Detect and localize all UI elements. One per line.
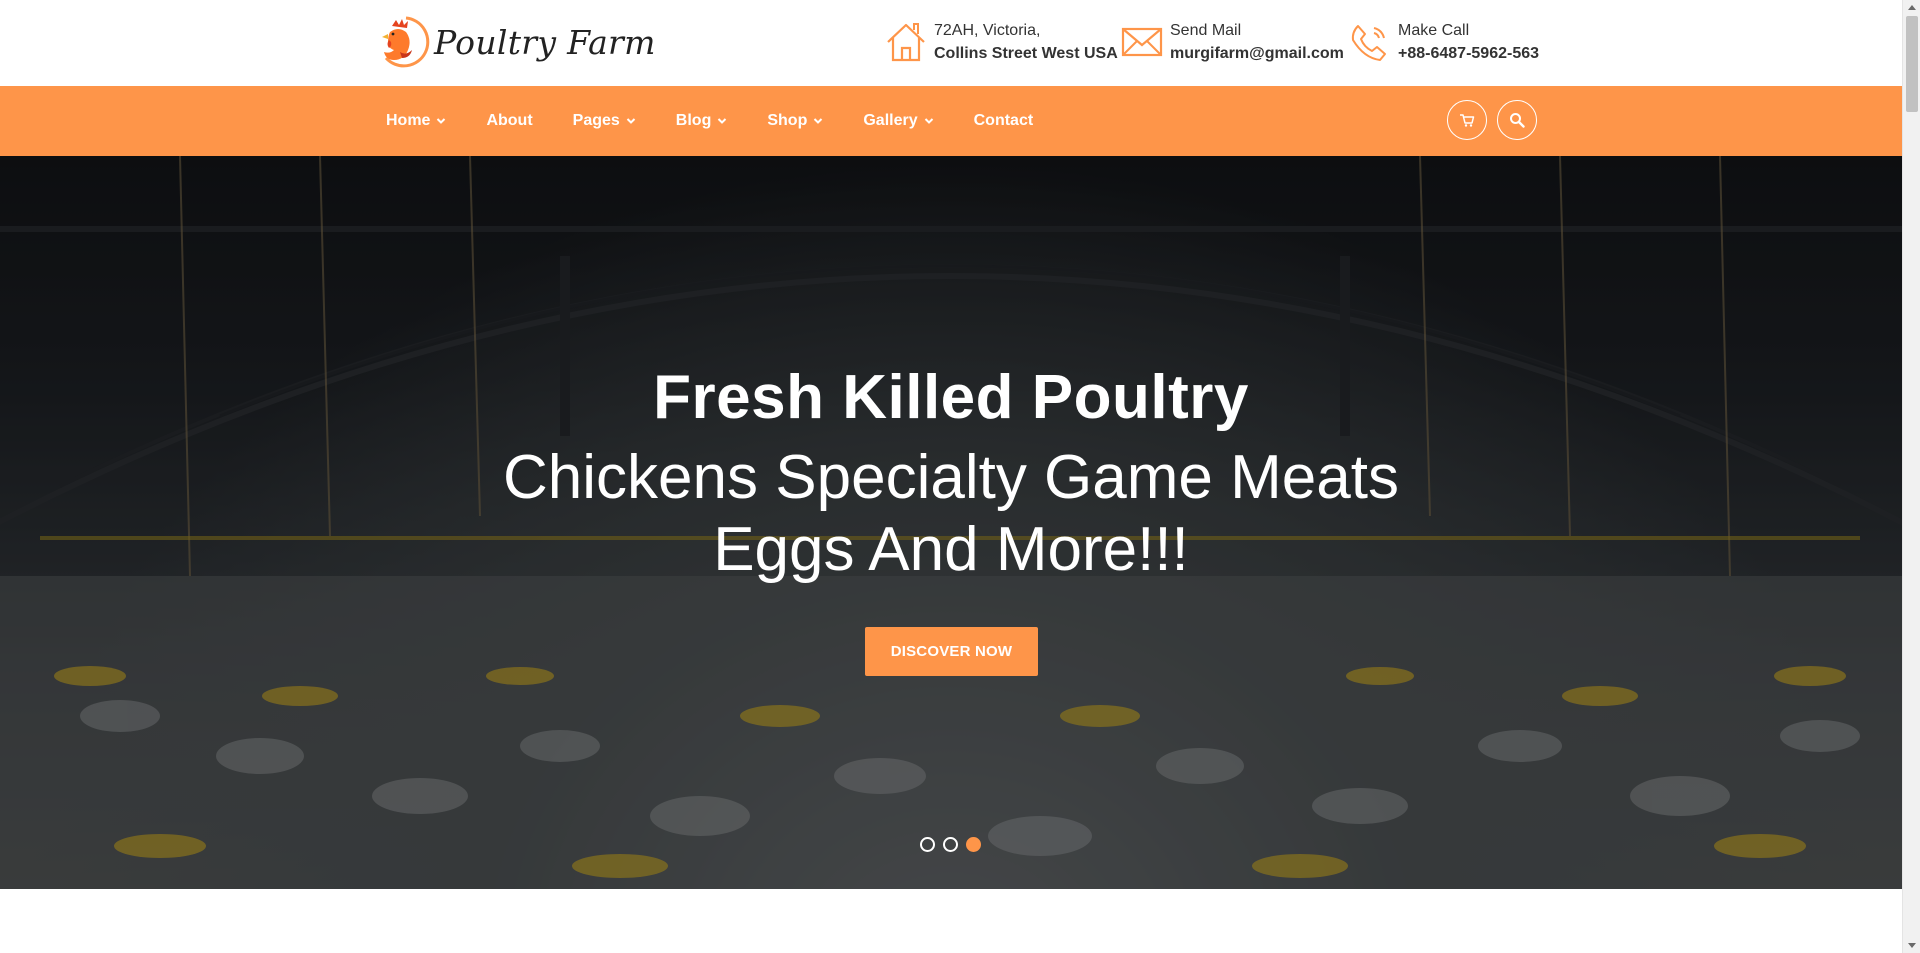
nav-item-about[interactable]: About (486, 112, 532, 130)
call-number-link[interactable]: +88-6487-5962-563 (1398, 42, 1539, 66)
hero-slider: Fresh Killed Poultry Chickens Specialty … (0, 156, 1902, 889)
search-icon (1510, 113, 1525, 128)
main-navbar: Home About Pages Blog Shop Gallery Conta… (0, 86, 1902, 156)
search-button[interactable] (1497, 100, 1537, 140)
hero-subtitle-line-1: Chickens Specialty Game Meats (503, 443, 1399, 512)
scroll-down-arrow-icon[interactable] (1908, 943, 1916, 948)
address-line-2: Collins Street West USA (934, 45, 1118, 62)
nav-item-label: Shop (767, 112, 808, 129)
slider-dot-2[interactable] (943, 837, 958, 852)
brand-name: Poultry Farm (434, 22, 656, 62)
nav-item-label: Gallery (863, 112, 918, 129)
envelope-icon (1121, 27, 1163, 57)
slider-pagination (920, 837, 989, 852)
nav-item-home[interactable]: Home (386, 112, 446, 130)
page-scrollbar[interactable] (1902, 0, 1920, 953)
nav-item-pages[interactable]: Pages (573, 112, 636, 130)
contact-call: Make Call +88-6487-5962-563 (1348, 20, 1539, 66)
brand-logo[interactable]: Poultry Farm (376, 12, 656, 72)
slider-dot-1[interactable] (920, 837, 935, 852)
nav-item-label: Home (386, 112, 431, 129)
nav-item-blog[interactable]: Blog (676, 112, 728, 130)
nav-item-gallery[interactable]: Gallery (863, 112, 933, 130)
hero-title: Fresh Killed Poultry (653, 363, 1249, 432)
cart-icon (1460, 114, 1475, 127)
chevron-down-icon (626, 118, 636, 124)
nav-item-label: Blog (675, 112, 712, 129)
contact-address: 72AH, Victoria, Collins Street West USA (884, 20, 1118, 66)
contact-mail: Send Mail murgifarm@gmail.com (1120, 20, 1344, 66)
chevron-down-icon (814, 118, 823, 124)
nav-item-label: About (486, 112, 533, 129)
scroll-up-arrow-icon[interactable] (1908, 5, 1916, 10)
discover-now-button[interactable]: DISCOVER NOW (865, 627, 1038, 676)
mail-label: Send Mail (1170, 22, 1242, 39)
address-line-1: 72AH, Victoria, (934, 22, 1041, 39)
top-header: Poultry Farm 72AH, Victoria, Collins Str… (0, 0, 1902, 86)
cart-button[interactable] (1447, 100, 1487, 140)
house-icon (887, 23, 925, 62)
nav-item-shop[interactable]: Shop (767, 112, 823, 130)
nav-item-contact[interactable]: Contact (974, 112, 1034, 130)
hero-subtitle-line-2: Eggs And More!!! (713, 515, 1189, 584)
rooster-logo-icon (382, 16, 430, 68)
chevron-down-icon (924, 118, 933, 124)
chevron-down-icon (718, 118, 727, 124)
hero-subtitle: Chickens Specialty Game Meats Eggs And M… (0, 442, 1902, 586)
main-menu: Home About Pages Blog Shop Gallery Conta… (386, 86, 1073, 156)
nav-item-label: Pages (572, 112, 620, 129)
slider-dot-3[interactable] (966, 837, 981, 852)
mail-address-link[interactable]: murgifarm@gmail.com (1170, 42, 1344, 66)
call-label: Make Call (1398, 22, 1470, 39)
chevron-down-icon (437, 118, 446, 124)
nav-item-label: Contact (973, 112, 1034, 129)
scroll-thumb[interactable] (1906, 16, 1918, 112)
phone-icon (1351, 25, 1386, 61)
